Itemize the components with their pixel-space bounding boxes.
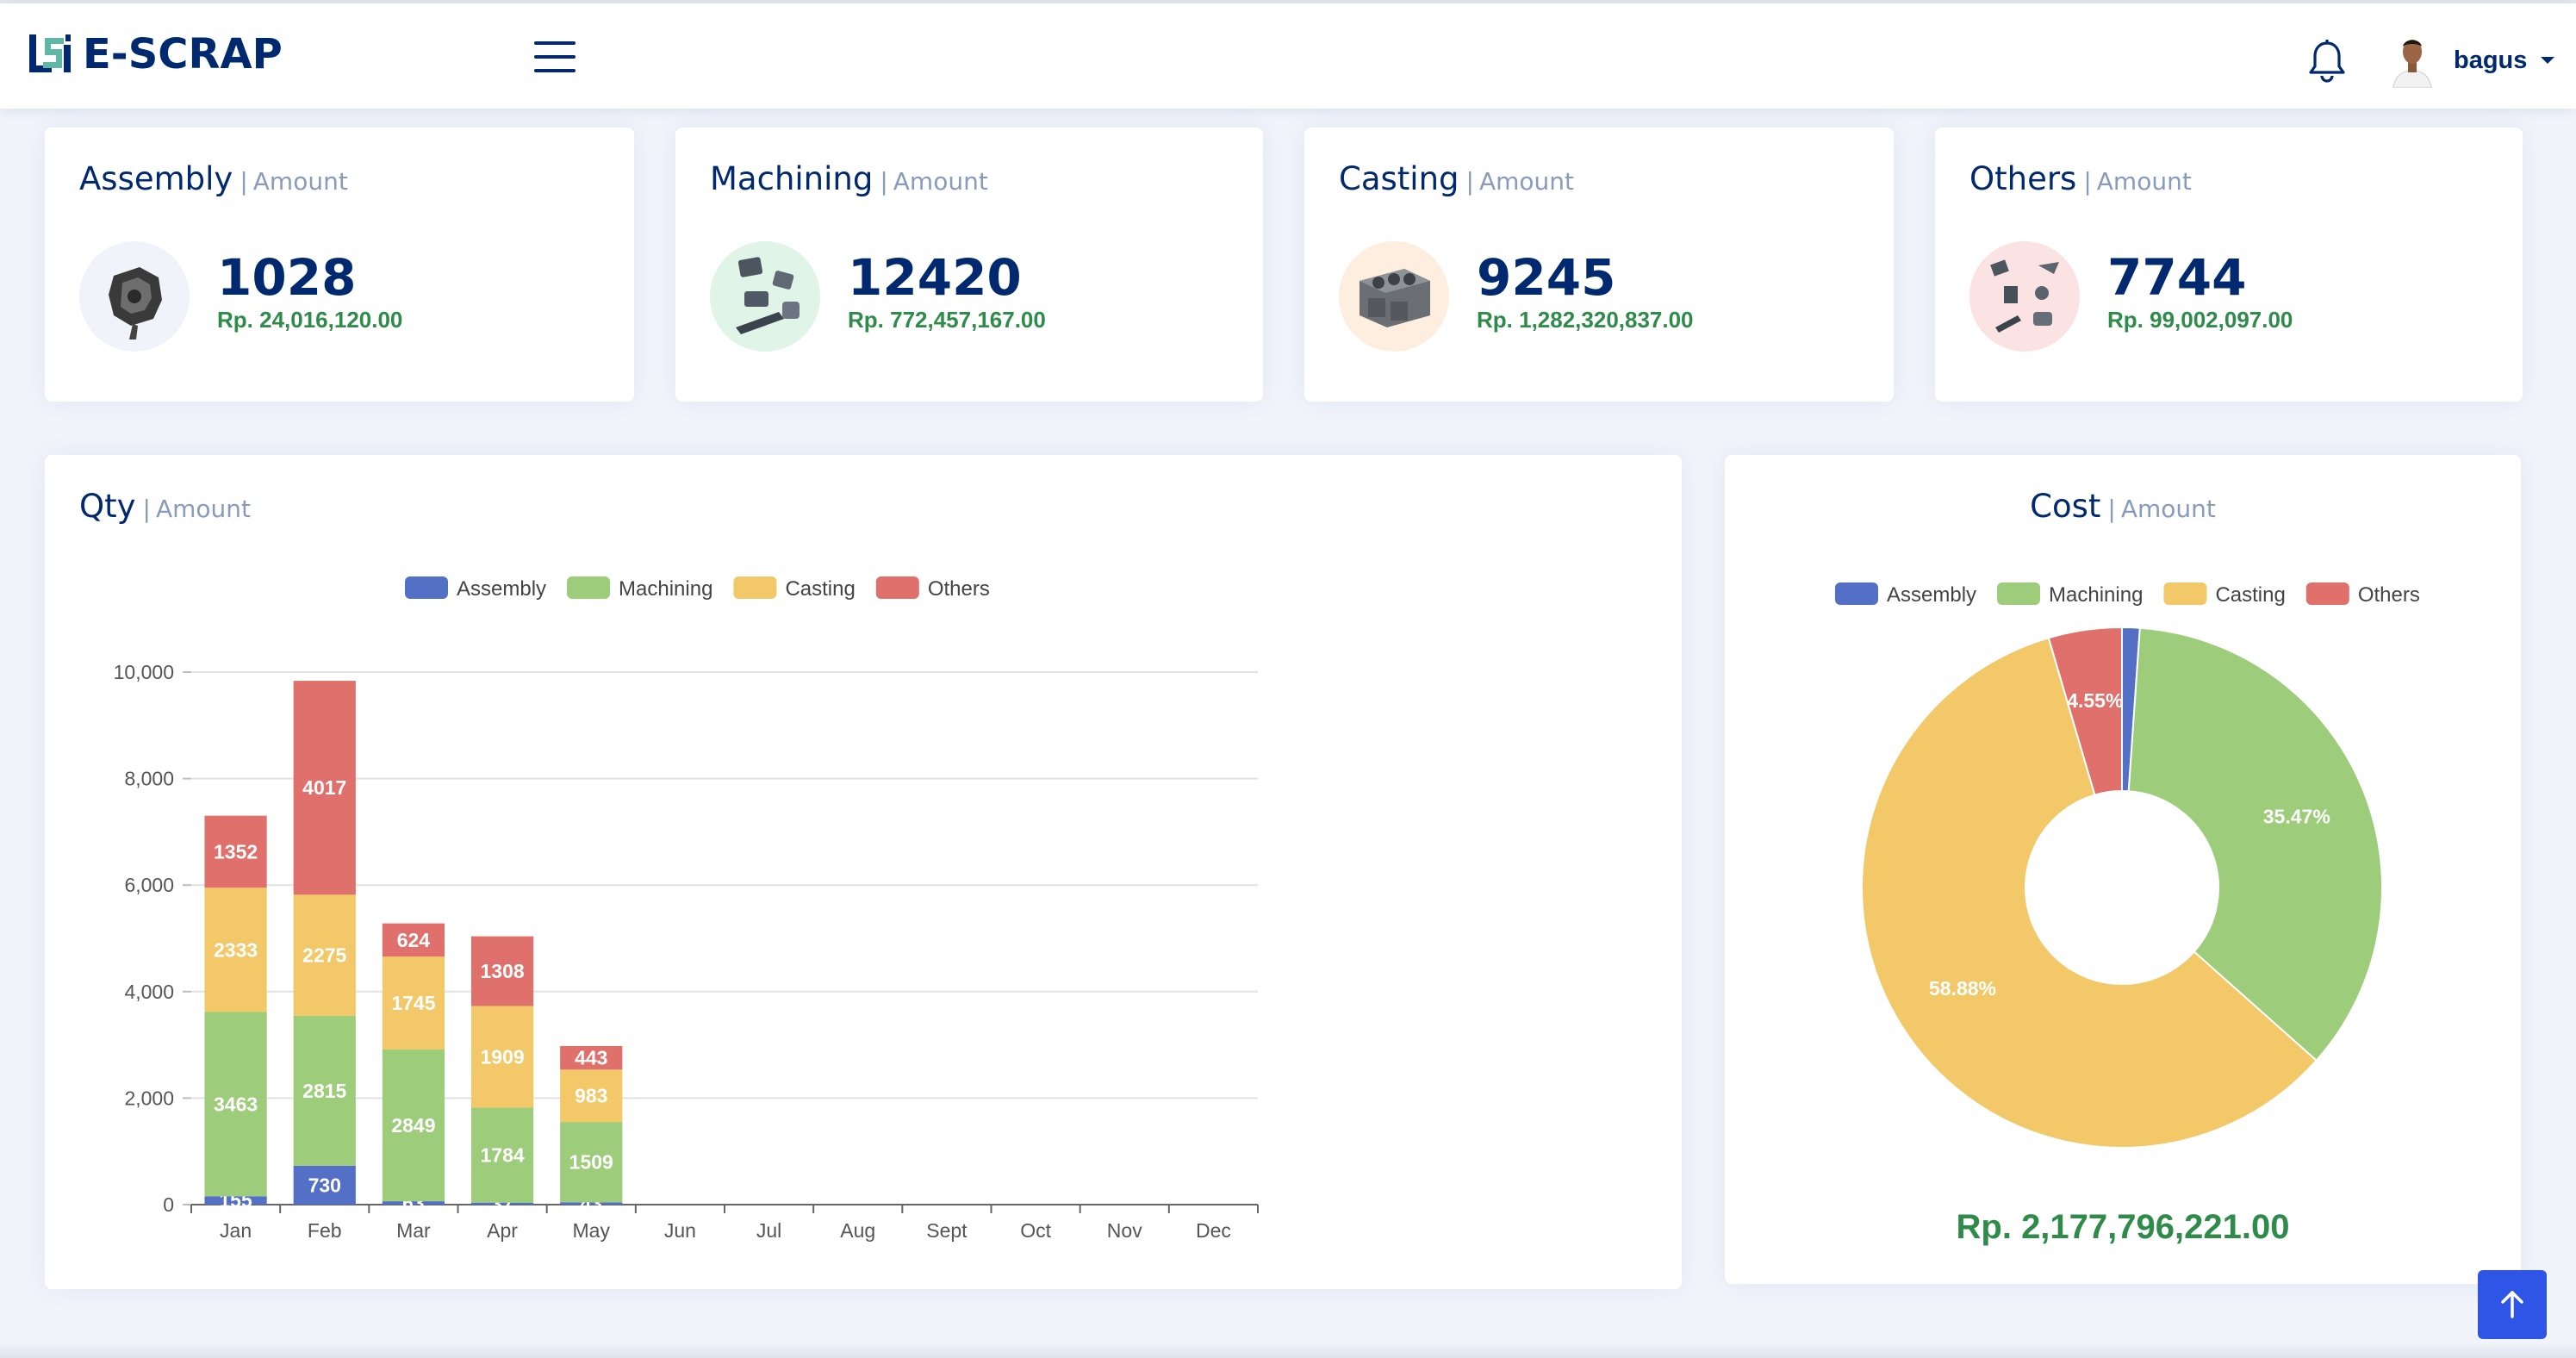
legend-item-casting[interactable]: Casting: [2163, 582, 2286, 607]
others-part-image: [1969, 241, 2080, 352]
x-tick-label: Apr: [487, 1219, 518, 1242]
bar-value-label: 443: [575, 1047, 607, 1069]
legend-label: Machining: [619, 577, 712, 601]
bar-value-label: 2849: [391, 1114, 435, 1137]
card-title: Assembly | Amount: [79, 160, 348, 197]
app-name: E-SCRAP: [83, 30, 283, 78]
bar-value-label: 2815: [302, 1080, 346, 1102]
bar-value-label: 983: [575, 1085, 607, 1107]
cost-donut-chart: Assembly Machining Casting Others 35.47% 58.8…: [1835, 582, 2420, 1149]
legend-label: Casting: [2215, 583, 2285, 607]
bar-value-label: 2333: [214, 938, 258, 961]
x-tick-label: Feb: [308, 1219, 342, 1242]
legend-item-others[interactable]: Others: [2305, 582, 2420, 607]
legend-swatch: [875, 576, 919, 599]
machining-cost: Rp. 772,457,167.00: [848, 307, 1046, 333]
brand-logo[interactable]: E-SCRAP: [26, 29, 283, 79]
card-title: Machining | Amount: [710, 160, 988, 197]
back-to-top-button[interactable]: [2478, 1270, 2547, 1339]
legend-swatch: [1997, 582, 2041, 605]
others-qty: 7744: [2107, 248, 2247, 307]
legend-swatch: [2305, 582, 2349, 605]
user-avatar: [2390, 33, 2435, 88]
x-tick-label: Jul: [756, 1219, 781, 1242]
legend-label: Assembly: [457, 577, 546, 601]
bar-value-label: 730: [308, 1174, 341, 1196]
legend-label: Others: [928, 577, 990, 601]
legend-item-machining[interactable]: Machining: [1997, 582, 2143, 607]
legend-swatch: [2163, 582, 2207, 605]
x-tick-label: Mar: [396, 1219, 431, 1242]
bar-value-label: 624: [397, 929, 431, 951]
bar-value-label: 1509: [569, 1151, 613, 1174]
slice-value-label: 35.47%: [2263, 805, 2330, 827]
y-tick-label: 4,000: [124, 981, 174, 1003]
bar-value-label: 4017: [302, 776, 346, 799]
legend-item-assembly[interactable]: Assembly: [1835, 582, 1976, 607]
y-tick-label: 8,000: [124, 768, 174, 790]
legend-item-others[interactable]: Others: [875, 576, 990, 601]
legend-item-assembly[interactable]: Assembly: [405, 576, 546, 601]
user-name: bagus: [2454, 46, 2528, 74]
bar-value-label: 1909: [480, 1045, 524, 1068]
legend-swatch: [733, 576, 777, 599]
assembly-cost: Rp. 24,016,120.00: [217, 307, 403, 333]
card-title: Others | Amount: [1969, 160, 2192, 197]
legend-label: Casting: [785, 577, 855, 601]
notification-bell-icon[interactable]: [2307, 38, 2347, 83]
y-tick-label: 10,000: [114, 661, 174, 683]
legend-swatch: [1835, 582, 1878, 605]
bar-value-label: 3463: [214, 1093, 258, 1115]
y-tick-label: 0: [163, 1193, 174, 1216]
casting-qty: 9245: [1477, 248, 1616, 307]
x-tick-label: Jun: [664, 1219, 696, 1242]
assembly-part-image: [79, 241, 190, 352]
user-profile-dropdown[interactable]: bagus: [2390, 33, 2555, 88]
legend-swatch: [567, 576, 611, 599]
legend-item-machining[interactable]: Machining: [567, 576, 712, 601]
legend-label: Machining: [2049, 583, 2143, 607]
x-tick-label: Oct: [1020, 1219, 1051, 1242]
legend-item-casting[interactable]: Casting: [733, 576, 856, 601]
escrap-logo-icon: [29, 34, 71, 72]
total-cost-value: Rp. 2,177,796,221.00: [1956, 1208, 2290, 1246]
bar-value-label: 1308: [480, 960, 524, 982]
legend-label: Assembly: [1887, 583, 1976, 607]
x-tick-label: Aug: [840, 1219, 875, 1242]
x-tick-label: Sept: [926, 1219, 968, 1242]
bar-value-label: 1784: [480, 1144, 524, 1167]
machining-part-image: [710, 241, 820, 352]
assembly-qty: 1028: [217, 248, 357, 307]
y-tick-label: 6,000: [124, 874, 174, 896]
legend-label: Others: [2358, 583, 2420, 607]
y-tick-label: 2,000: [124, 1087, 174, 1109]
others-cost: Rp. 99,002,097.00: [2107, 307, 2293, 333]
assembly-card: Assembly | Amount 1028 Rp. 24,016,120.00: [45, 128, 634, 402]
bar-value-label: 2275: [302, 944, 346, 967]
bar-value-label: 1745: [391, 992, 435, 1014]
casting-card: Casting | Amount 9245 Rp. 1,282,320,837.00: [1304, 128, 1894, 402]
bar-value-label: 1352: [214, 840, 258, 863]
slice-value-label: 58.88%: [1929, 977, 1996, 1000]
legend-swatch: [405, 576, 448, 599]
machining-qty: 12420: [848, 248, 1022, 307]
others-card: Others | Amount 7744 Rp. 99,002,097.00: [1935, 128, 2523, 402]
page-bottom-edge: [0, 1344, 2576, 1358]
chevron-down-icon: [2541, 57, 2555, 64]
x-tick-label: Nov: [1107, 1219, 1142, 1242]
casting-cost: Rp. 1,282,320,837.00: [1477, 307, 1694, 333]
x-tick-label: Jan: [220, 1219, 252, 1242]
slice-value-label: 4.55%: [2067, 689, 2123, 712]
card-title: Casting | Amount: [1339, 160, 1574, 197]
machining-card: Machining | Amount 12420 Rp. 772,457,167.0…: [675, 128, 1263, 402]
top-navbar: E-SCRAP bagus: [0, 3, 2576, 109]
x-tick-label: Dec: [1196, 1219, 1231, 1242]
arrow-up-icon: [2501, 1291, 2523, 1318]
qty-stacked-bar-chart: Assembly Machining Casting Others 0 2,000 4,00…: [114, 576, 1259, 1242]
menu-toggle-icon[interactable]: [534, 41, 576, 76]
casting-part-image: [1339, 241, 1449, 352]
x-tick-label: May: [573, 1219, 611, 1242]
